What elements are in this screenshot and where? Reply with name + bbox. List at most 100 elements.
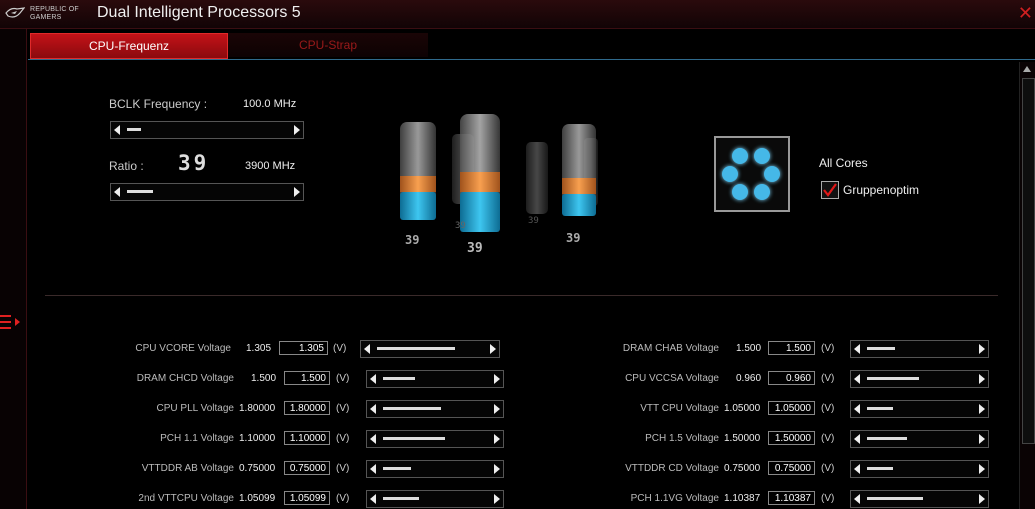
voltage-value: 1.80000	[239, 403, 276, 414]
voltage-unit: (V)	[336, 403, 350, 414]
voltage-input[interactable]: 1.500	[284, 371, 330, 385]
voltage-value: 0.75000	[239, 463, 276, 474]
voltage-input[interactable]: 1.10000	[284, 431, 330, 445]
slider-fill	[867, 407, 893, 410]
core-dot	[732, 148, 748, 164]
voltage-input[interactable]: 0.960	[768, 371, 815, 385]
voltage-input[interactable]: 0.75000	[284, 461, 330, 475]
bclk-slider[interactable]	[110, 121, 304, 139]
voltage-slider[interactable]	[366, 400, 504, 418]
voltage-value: 1.500	[251, 373, 277, 384]
voltage-slider[interactable]	[366, 370, 504, 388]
voltage-value: 1.05000	[724, 403, 761, 414]
divider	[45, 295, 998, 296]
close-icon[interactable]: ✕	[1018, 3, 1033, 23]
cylinder-core-2	[460, 114, 500, 232]
tab-cpu-strap[interactable]: CPU-Strap	[228, 33, 428, 57]
voltage-value: 0.75000	[724, 463, 761, 474]
voltage-input[interactable]: 1.305	[279, 341, 328, 355]
slider-fill	[867, 467, 893, 470]
voltage-label: VTT CPU Voltage	[640, 403, 719, 414]
arrow-right-icon[interactable]	[294, 125, 300, 135]
voltage-label: VTTDDR CD Voltage	[625, 463, 719, 474]
arrow-left-icon[interactable]	[854, 494, 860, 504]
voltage-slider[interactable]	[850, 430, 989, 448]
voltage-value: 0.960	[736, 373, 762, 384]
voltage-label: PCH 1.5 Voltage	[645, 433, 719, 444]
arrow-left-icon[interactable]	[370, 494, 376, 504]
slider-fill	[383, 437, 445, 440]
tab-cpu-frequenz[interactable]: CPU-Frequenz	[30, 33, 228, 59]
slider-fill	[867, 437, 907, 440]
voltage-slider[interactable]	[850, 370, 989, 388]
arrow-right-icon[interactable]	[494, 434, 500, 444]
core-selector-button[interactable]	[714, 136, 790, 212]
arrow-right-icon[interactable]	[494, 464, 500, 474]
arrow-left-icon[interactable]	[854, 464, 860, 474]
voltage-slider[interactable]	[850, 490, 989, 508]
scroll-up-icon[interactable]	[1023, 66, 1031, 72]
voltage-input[interactable]: 1.50000	[768, 431, 815, 445]
cylinder-label: 39	[455, 221, 466, 231]
voltage-slider[interactable]	[850, 460, 989, 478]
menu-expand-icon[interactable]	[0, 313, 24, 331]
group-optimize-checkbox[interactable]	[821, 181, 839, 199]
voltage-label: PCH 1.1VG Voltage	[630, 493, 719, 504]
voltage-slider[interactable]	[360, 340, 500, 358]
slider-fill	[127, 190, 153, 193]
voltage-slider[interactable]	[366, 460, 504, 478]
arrow-right-icon[interactable]	[979, 344, 985, 354]
arrow-left-icon[interactable]	[854, 404, 860, 414]
cylinder-core-1	[400, 122, 436, 220]
voltage-input[interactable]: 1.500	[768, 341, 815, 355]
logo-text-line1: REPUBLIC OF	[30, 6, 79, 13]
arrow-left-icon[interactable]	[854, 344, 860, 354]
arrow-right-icon[interactable]	[979, 434, 985, 444]
voltage-unit: (V)	[336, 373, 350, 384]
arrow-right-icon[interactable]	[490, 344, 496, 354]
scroll-thumb[interactable]	[1022, 78, 1035, 444]
arrow-right-icon[interactable]	[979, 374, 985, 384]
arrow-right-icon[interactable]	[294, 187, 300, 197]
arrow-right-icon[interactable]	[979, 494, 985, 504]
arrow-left-icon[interactable]	[114, 187, 120, 197]
arrow-left-icon[interactable]	[370, 404, 376, 414]
arrow-left-icon[interactable]	[370, 374, 376, 384]
voltage-unit: (V)	[821, 373, 835, 384]
arrow-left-icon[interactable]	[114, 125, 120, 135]
cylinder-label: 39	[467, 241, 483, 256]
slider-fill	[377, 347, 455, 350]
arrow-right-icon[interactable]	[494, 494, 500, 504]
arrow-left-icon[interactable]	[854, 374, 860, 384]
arrow-right-icon[interactable]	[979, 404, 985, 414]
ratio-slider[interactable]	[110, 183, 304, 201]
voltage-slider[interactable]	[850, 340, 989, 358]
arrow-left-icon[interactable]	[854, 434, 860, 444]
voltage-input[interactable]: 1.05000	[768, 401, 815, 415]
arrow-right-icon[interactable]	[494, 374, 500, 384]
voltage-input[interactable]: 1.05099	[284, 491, 330, 505]
voltage-input[interactable]: 0.75000	[768, 461, 815, 475]
arrow-right-icon[interactable]	[494, 404, 500, 414]
slider-fill	[867, 347, 895, 350]
voltage-slider[interactable]	[850, 400, 989, 418]
slider-fill	[867, 377, 919, 380]
voltage-slider[interactable]	[366, 430, 504, 448]
scrollbar[interactable]	[1019, 62, 1035, 509]
cylinder-core-3	[562, 124, 596, 216]
arrow-left-icon[interactable]	[364, 344, 370, 354]
arrow-right-icon[interactable]	[979, 464, 985, 474]
voltage-input[interactable]: 1.10387	[768, 491, 815, 505]
voltage-label: PCH 1.1 Voltage	[160, 433, 234, 444]
arrow-left-icon[interactable]	[370, 434, 376, 444]
rog-eye-icon	[5, 7, 25, 18]
voltage-unit: (V)	[821, 463, 835, 474]
arrow-left-icon[interactable]	[370, 464, 376, 474]
voltage-slider[interactable]	[366, 490, 504, 508]
voltage-label: CPU VCORE Voltage	[135, 343, 231, 354]
all-cores-label: All Cores	[819, 156, 868, 170]
ratio-label: Ratio :	[109, 159, 144, 173]
voltage-value: 1.10000	[239, 433, 276, 444]
voltage-input[interactable]: 1.80000	[284, 401, 330, 415]
voltage-value: 1.50000	[724, 433, 761, 444]
